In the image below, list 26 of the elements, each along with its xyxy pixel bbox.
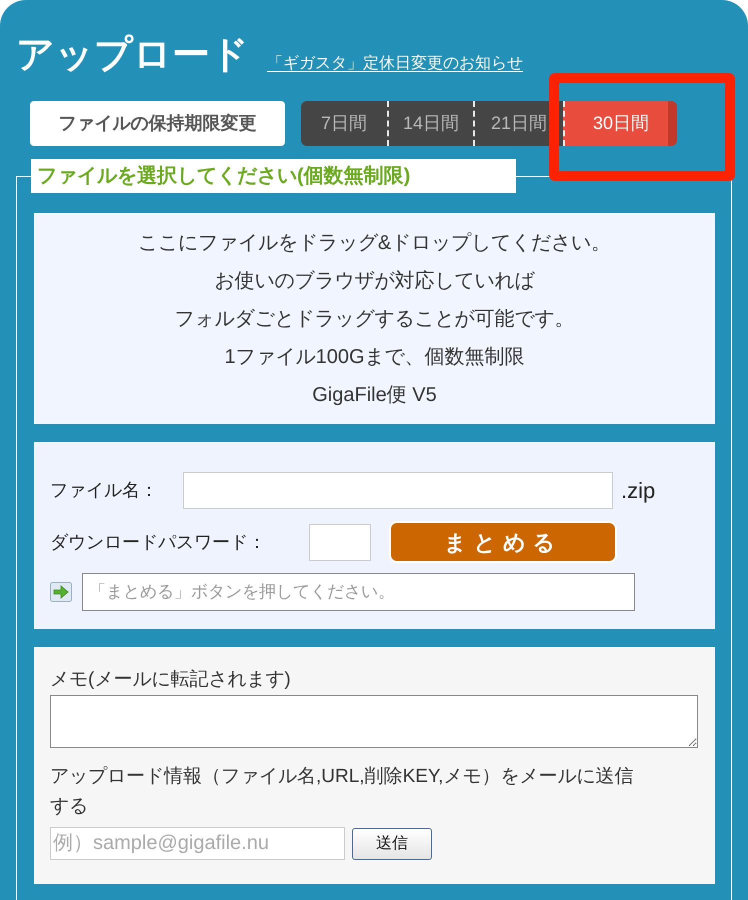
drop-instruction-text: 1ファイル100Gまで、個数無制限 — [224, 345, 525, 370]
drop-instruction-text: GigaFile便 V5 — [312, 383, 437, 408]
retention-option[interactable]: 7日間 — [301, 101, 387, 146]
retention-option[interactable]: 14日間 — [387, 101, 473, 146]
page-title: アップロード — [16, 33, 249, 77]
retention-option[interactable]: 30日間 — [563, 101, 677, 146]
bundle-button[interactable]: まとめる — [389, 521, 617, 563]
memo-label: メモ(メールに転記されます) — [50, 668, 292, 692]
upload-legend: ファイルを選択してください(個数無制限) — [31, 159, 516, 193]
password-field[interactable] — [309, 524, 371, 560]
email-field[interactable]: 例）sample@gigafile.nu — [50, 827, 345, 860]
drop-instruction-text: フォルダごとドラッグすることが可能です。 — [174, 307, 574, 332]
status-field[interactable]: 「まとめる」ボタンを押してください。 — [82, 573, 635, 611]
notice-link[interactable]: 「ギガスタ」定休日変更のお知らせ — [267, 54, 523, 74]
password-label: ダウンロードパスワード： — [50, 530, 267, 554]
filename-label: ファイル名： — [50, 479, 159, 502]
filename-field[interactable] — [183, 472, 613, 509]
mail-info-text: アップロード情報（ファイル名,URL,削除KEY,メモ）をメールに送信する — [50, 765, 634, 819]
arrow-page-icon — [50, 582, 72, 602]
memo-field[interactable] — [50, 695, 698, 748]
drop-zone[interactable]: ここにファイルをドラッグ&ドロップしてください。 お使いのブラウザが対応していれば フォルダごとドラッグすることが可能です。 1ファイル100Gまで、個数無制限 GigaFile便 V5 — [34, 213, 715, 424]
drop-instruction-text: ここにファイルをドラッグ&ドロップしてください。 — [138, 231, 612, 256]
drop-instruction-text: お使いのブラウザが対応していれば — [214, 269, 534, 294]
extension-text: .zip — [621, 477, 656, 505]
send-button[interactable]: 送信 — [352, 828, 432, 860]
retention-label: ファイルの保持期限変更 — [30, 101, 285, 146]
